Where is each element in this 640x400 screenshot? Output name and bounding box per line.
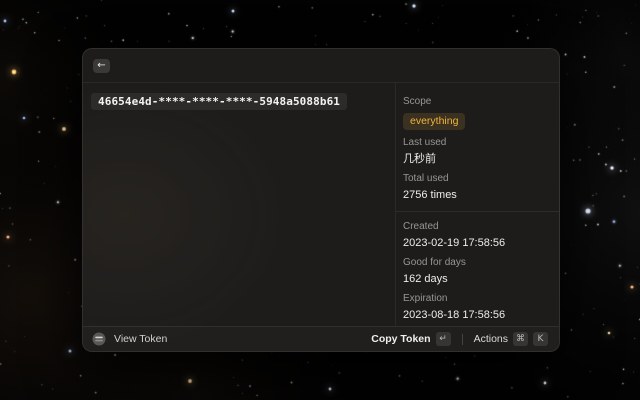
actions-button[interactable]: Actions ⌘ K [472, 330, 550, 348]
metadata-sidebar: Scope everything Last used 几秒前 Total use… [396, 83, 559, 326]
command-key-icon: ⌘ [513, 332, 528, 346]
footer-status: View Token [92, 332, 167, 346]
good-for-days-label: Good for days [403, 257, 549, 269]
last-used-label: Last used [403, 137, 549, 149]
k-key-icon: K [533, 332, 548, 346]
view-token-label: View Token [114, 333, 167, 345]
token-detail-window: ← 46654e4d-****-****-****-5948a5088b61 S… [82, 48, 560, 352]
window-header: ← [83, 49, 559, 83]
expiration-label: Expiration [403, 293, 549, 305]
window-content: 46654e4d-****-****-****-5948a5088b61 Sco… [83, 83, 559, 326]
back-arrow-icon: ← [97, 60, 105, 71]
sidebar-divider [396, 211, 559, 212]
scope-field: Scope everything [403, 96, 549, 130]
expiration-field: Expiration 2023-08-18 17:58:56 [403, 293, 549, 322]
scope-badge: everything [403, 113, 465, 130]
main-panel: 46654e4d-****-****-****-5948a5088b61 [83, 83, 395, 326]
token-extension-icon [92, 332, 106, 346]
actions-label: Actions [474, 333, 508, 345]
back-button[interactable]: ← [93, 59, 110, 73]
copy-token-button[interactable]: Copy Token ↵ [369, 330, 452, 348]
token-value[interactable]: 46654e4d-****-****-****-5948a5088b61 [91, 93, 347, 110]
total-used-field: Total used 2756 times [403, 173, 549, 202]
last-used-value: 几秒前 [403, 152, 549, 166]
footer-separator [462, 334, 463, 345]
return-key-icon: ↵ [436, 332, 451, 346]
window-footer: View Token Copy Token ↵ Actions ⌘ K [83, 326, 559, 351]
good-for-days-value: 162 days [403, 272, 549, 286]
good-for-days-field: Good for days 162 days [403, 257, 549, 286]
expiration-value: 2023-08-18 17:58:56 [403, 308, 549, 322]
created-label: Created [403, 221, 549, 233]
total-used-value: 2756 times [403, 188, 549, 202]
scope-label: Scope [403, 96, 549, 108]
last-used-field: Last used 几秒前 [403, 137, 549, 166]
copy-token-label: Copy Token [371, 333, 430, 345]
created-field: Created 2023-02-19 17:58:56 [403, 221, 549, 250]
created-value: 2023-02-19 17:58:56 [403, 236, 549, 250]
footer-actions: Copy Token ↵ Actions ⌘ K [369, 330, 550, 348]
total-used-label: Total used [403, 173, 549, 185]
